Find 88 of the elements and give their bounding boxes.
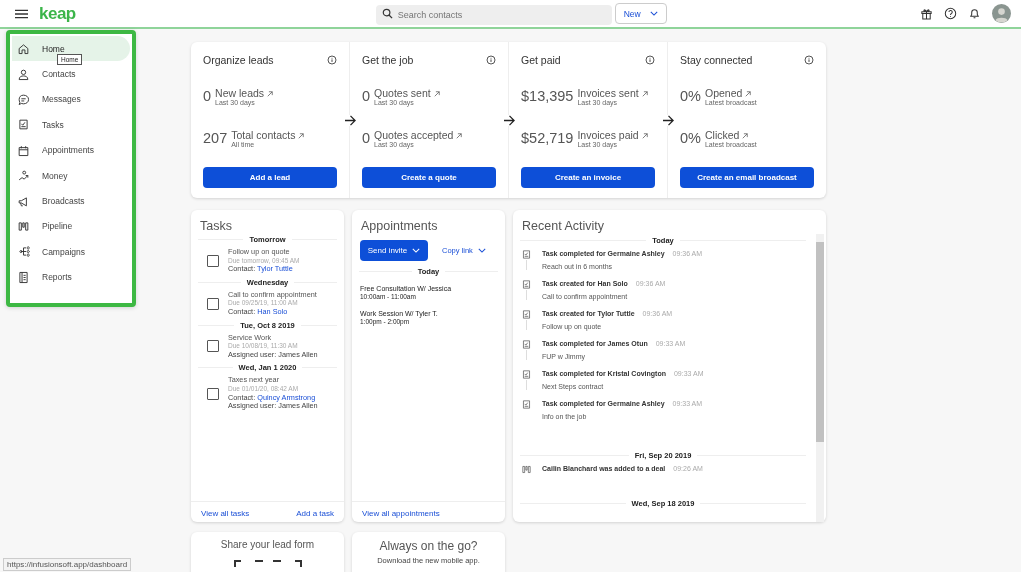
metric-link[interactable]: New leads [215, 86, 274, 99]
action-button[interactable]: Add a lead [203, 167, 337, 188]
info-icon[interactable] [327, 55, 337, 65]
checklist-icon [17, 118, 30, 132]
send-invite-button[interactable]: Send invite [360, 240, 428, 261]
view-all-link[interactable]: View all appointments [362, 509, 440, 518]
caret-icon [477, 248, 486, 253]
diagonal-arrow-icon [641, 90, 648, 97]
task-checkbox[interactable] [207, 340, 219, 353]
info-icon[interactable] [645, 55, 655, 65]
metric-link[interactable]: Quotes accepted [374, 128, 463, 141]
menu-icon[interactable] [15, 8, 28, 19]
checklist-icon [520, 249, 532, 260]
add-task-link[interactable]: Add a task [296, 509, 334, 518]
info-icon[interactable] [486, 55, 496, 65]
action-button[interactable]: Create an email broadcast [680, 167, 814, 188]
gift-icon[interactable] [920, 7, 933, 20]
nav-item[interactable]: Reports [12, 264, 130, 290]
diagonal-arrow-icon [641, 132, 648, 139]
task-checkbox[interactable] [207, 254, 219, 267]
checklist-icon [520, 399, 532, 410]
card-title: Recent Activity [521, 218, 605, 233]
diagonal-arrow-icon [745, 90, 752, 97]
section-title: Stay connected [680, 54, 753, 66]
diagonal-arrow-icon [267, 90, 274, 97]
card-title: Appointments [360, 218, 439, 233]
checklist-icon [520, 339, 532, 350]
checklist-icon [520, 279, 532, 290]
home-icon [17, 42, 30, 56]
card-title: Tasks [199, 218, 233, 233]
search-icon [381, 7, 393, 19]
nav-item[interactable]: Money [12, 162, 130, 189]
view-all-link[interactable]: View all tasks [201, 509, 250, 518]
task-checkbox[interactable] [207, 387, 219, 400]
scrollbar[interactable] [816, 234, 824, 522]
diagonal-arrow-icon [456, 132, 463, 139]
report-icon [17, 270, 30, 284]
search-field[interactable]: Search contacts [375, 4, 612, 25]
task-checkbox[interactable] [207, 297, 219, 310]
section-title: Get the job [362, 54, 414, 66]
metric-value: $52,719 [521, 130, 574, 146]
section-title: Organize leads [203, 54, 274, 66]
metric-value: 207 [203, 130, 228, 146]
metric-value: 0 [362, 88, 371, 104]
section-title: Get paid [521, 54, 561, 66]
pipeline-icon [520, 464, 532, 475]
nav-item[interactable]: Campaigns [12, 239, 130, 265]
metric-link[interactable]: Opened [704, 86, 757, 99]
bell-icon[interactable] [968, 7, 981, 20]
nav-item[interactable]: Broadcasts [12, 188, 130, 214]
person-icon [17, 67, 30, 81]
nav-item[interactable]: Pipeline [12, 213, 130, 240]
nav-item[interactable]: Messages [12, 86, 130, 113]
action-button[interactable]: Create an invoice [521, 167, 655, 188]
nav-item[interactable]: Appointments [12, 137, 130, 163]
nodes-icon [17, 245, 30, 259]
card-title: Always on the go? [379, 539, 478, 553]
chat-icon [17, 92, 30, 106]
info-icon[interactable] [804, 55, 814, 65]
calendar-icon [17, 143, 30, 157]
help-icon[interactable] [944, 7, 957, 20]
metric-link[interactable]: Invoices sent [577, 86, 648, 99]
status-url: https://infusionsoft.app/dashboard [3, 558, 132, 571]
nav-item[interactable]: Tasks [12, 112, 130, 138]
checklist-icon [520, 309, 532, 320]
action-button[interactable]: Create a quote [362, 167, 496, 188]
new-button[interactable]: New [614, 3, 667, 24]
diagonal-arrow-icon [742, 132, 749, 139]
metric-value: 0% [680, 130, 701, 146]
megaphone-icon [17, 194, 30, 208]
checklist-icon [520, 369, 532, 380]
metric-link[interactable]: Quotes sent [374, 86, 440, 99]
metric-value: 0% [680, 88, 701, 104]
metric-value: 0 [203, 88, 212, 104]
form-drawing [232, 559, 303, 567]
diagonal-arrow-icon [433, 90, 440, 97]
metric-link[interactable]: Clicked [704, 128, 757, 141]
avatar-icon[interactable] [992, 4, 1011, 23]
card-title: Share your lead form [220, 539, 315, 550]
caret-icon [649, 11, 658, 16]
caret-icon [412, 248, 421, 253]
metric-link[interactable]: Total contacts [231, 128, 305, 141]
metric-link[interactable]: Invoices paid [577, 128, 648, 141]
metric-value: $13,395 [521, 88, 574, 104]
metric-value: 0 [362, 130, 371, 146]
pipeline-icon [17, 219, 30, 233]
money-icon [17, 169, 30, 183]
diagonal-arrow-icon [298, 132, 305, 139]
